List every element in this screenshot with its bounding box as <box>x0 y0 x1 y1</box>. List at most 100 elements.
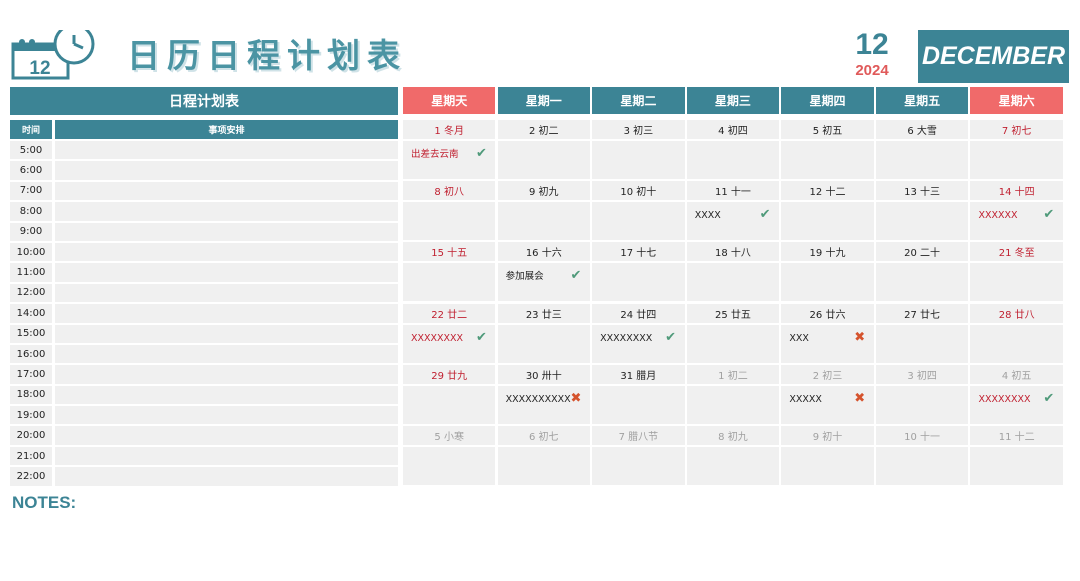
schedule-item-cell[interactable] <box>55 446 398 466</box>
day-cell[interactable]: 15 十五 <box>403 242 496 302</box>
day-event-area[interactable] <box>781 141 874 179</box>
day-event-area[interactable]: XXXX ✔ <box>686 202 780 241</box>
day-cell[interactable]: 1 冬月 出差去云南 ✔ <box>403 120 496 179</box>
day-cell[interactable]: 10 十一 <box>875 425 969 485</box>
day-cell[interactable]: 18 十八 <box>686 242 780 302</box>
day-event-area[interactable] <box>403 385 496 424</box>
check-icon[interactable]: ✔ <box>1042 391 1056 406</box>
day-cell[interactable]: 6 初七 <box>497 425 590 485</box>
schedule-item-cell[interactable] <box>55 324 398 343</box>
day-event-area[interactable]: XXXXXXXXXX ✖ <box>497 385 590 424</box>
day-event-area[interactable] <box>686 263 780 302</box>
schedule-item-cell[interactable] <box>55 344 398 364</box>
schedule-item-cell[interactable] <box>55 304 398 323</box>
day-cell[interactable]: 7 初七 <box>970 120 1063 179</box>
schedule-item-cell[interactable] <box>55 161 398 180</box>
day-event-area[interactable] <box>592 263 685 302</box>
day-event-area[interactable] <box>970 324 1063 363</box>
day-cell[interactable]: 11 十一 XXXX ✔ <box>686 181 780 241</box>
cross-icon[interactable]: ✖ <box>569 391 583 406</box>
day-cell[interactable]: 24 廿四 XXXXXXXX ✔ <box>592 303 685 363</box>
day-cell[interactable]: 19 十九 <box>781 242 874 302</box>
day-event-area[interactable] <box>686 446 780 485</box>
day-event-area[interactable] <box>875 141 969 179</box>
day-cell[interactable]: 28 廿八 <box>970 303 1063 363</box>
day-cell[interactable]: 14 十四 XXXXXX ✔ <box>970 181 1063 241</box>
day-cell[interactable]: 27 廿七 <box>875 303 969 363</box>
schedule-item-cell[interactable] <box>55 242 398 262</box>
day-event-area[interactable] <box>875 202 969 241</box>
day-event-area[interactable] <box>497 446 590 485</box>
schedule-item-cell[interactable] <box>55 365 398 384</box>
day-cell[interactable]: 26 廿六 XXX ✖ <box>781 303 874 363</box>
day-event-area[interactable] <box>970 141 1063 179</box>
day-cell[interactable]: 8 初八 <box>403 181 496 241</box>
cross-icon[interactable]: ✖ <box>853 391 867 406</box>
day-cell[interactable]: 2 初二 <box>497 120 590 179</box>
check-icon[interactable]: ✔ <box>474 330 488 345</box>
day-event-area[interactable]: XXX ✖ <box>781 324 874 363</box>
day-cell[interactable]: 25 廿五 <box>686 303 780 363</box>
day-cell[interactable]: 9 初九 <box>497 181 590 241</box>
schedule-item-cell[interactable] <box>55 181 398 201</box>
day-event-area[interactable] <box>403 202 496 241</box>
cross-icon[interactable]: ✖ <box>853 330 867 345</box>
schedule-item-cell[interactable] <box>55 467 398 486</box>
day-cell[interactable]: 20 二十 <box>875 242 969 302</box>
day-event-area[interactable]: 参加展会 ✔ <box>497 263 590 302</box>
check-icon[interactable]: ✔ <box>1042 208 1056 222</box>
day-event-area[interactable] <box>592 446 685 485</box>
day-cell[interactable]: 6 大雪 <box>875 120 969 179</box>
day-cell[interactable]: 7 腊八节 <box>592 425 685 485</box>
day-cell[interactable]: 3 初三 <box>592 120 685 179</box>
check-icon[interactable]: ✔ <box>664 330 678 345</box>
day-cell[interactable]: 31 腊月 <box>592 364 685 424</box>
day-event-area[interactable] <box>970 446 1063 485</box>
day-event-area[interactable]: XXXXXX ✔ <box>970 202 1063 241</box>
day-cell[interactable]: 3 初四 <box>875 364 969 424</box>
day-cell[interactable]: 2 初三 XXXXX ✖ <box>781 364 874 424</box>
day-event-area[interactable] <box>686 324 780 363</box>
day-event-area[interactable] <box>592 202 685 241</box>
day-event-area[interactable] <box>875 324 969 363</box>
day-event-area[interactable] <box>497 324 590 363</box>
day-event-area[interactable] <box>875 385 969 424</box>
day-cell[interactable]: 10 初十 <box>592 181 685 241</box>
check-icon[interactable]: ✔ <box>474 147 488 161</box>
day-event-area[interactable] <box>781 202 874 241</box>
day-event-area[interactable] <box>497 202 590 241</box>
day-event-area[interactable] <box>592 385 685 424</box>
day-cell[interactable]: 12 十二 <box>781 181 874 241</box>
day-cell[interactable]: 11 十二 <box>970 425 1063 485</box>
schedule-item-cell[interactable] <box>55 263 398 282</box>
day-cell[interactable]: 21 冬至 <box>970 242 1063 302</box>
day-cell[interactable]: 1 初二 <box>686 364 780 424</box>
day-cell[interactable]: 29 廿九 <box>403 364 496 424</box>
day-event-area[interactable] <box>875 446 969 485</box>
schedule-item-cell[interactable] <box>55 222 398 241</box>
day-event-area[interactable]: XXXXXXXX ✔ <box>970 385 1063 424</box>
day-cell[interactable]: 4 初五 XXXXXXXX ✔ <box>970 364 1063 424</box>
day-event-area[interactable] <box>403 446 496 485</box>
check-icon[interactable]: ✔ <box>758 208 772 222</box>
notes-area[interactable] <box>10 491 1069 569</box>
day-cell[interactable]: 13 十三 <box>875 181 969 241</box>
day-event-area[interactable] <box>781 446 874 485</box>
day-event-area[interactable] <box>781 263 874 302</box>
schedule-item-cell[interactable] <box>55 385 398 405</box>
day-event-area[interactable] <box>970 263 1063 302</box>
day-cell[interactable]: 22 廿二 XXXXXXXX ✔ <box>403 303 496 363</box>
day-event-area[interactable]: XXXXXXXX ✔ <box>403 324 496 363</box>
day-cell[interactable]: 30 卅十 XXXXXXXXXX ✖ <box>497 364 590 424</box>
schedule-item-cell[interactable] <box>55 406 398 425</box>
day-event-area[interactable]: 出差去云南 ✔ <box>403 141 496 179</box>
day-event-area[interactable] <box>686 385 780 424</box>
day-cell[interactable]: 5 初五 <box>781 120 874 179</box>
day-cell[interactable]: 4 初四 <box>686 120 780 179</box>
schedule-item-cell[interactable] <box>55 426 398 445</box>
day-event-area[interactable] <box>875 263 969 302</box>
day-event-area[interactable] <box>497 141 590 179</box>
day-cell[interactable]: 23 廿三 <box>497 303 590 363</box>
day-cell[interactable]: 17 十七 <box>592 242 685 302</box>
day-cell[interactable]: 8 初九 <box>686 425 780 485</box>
